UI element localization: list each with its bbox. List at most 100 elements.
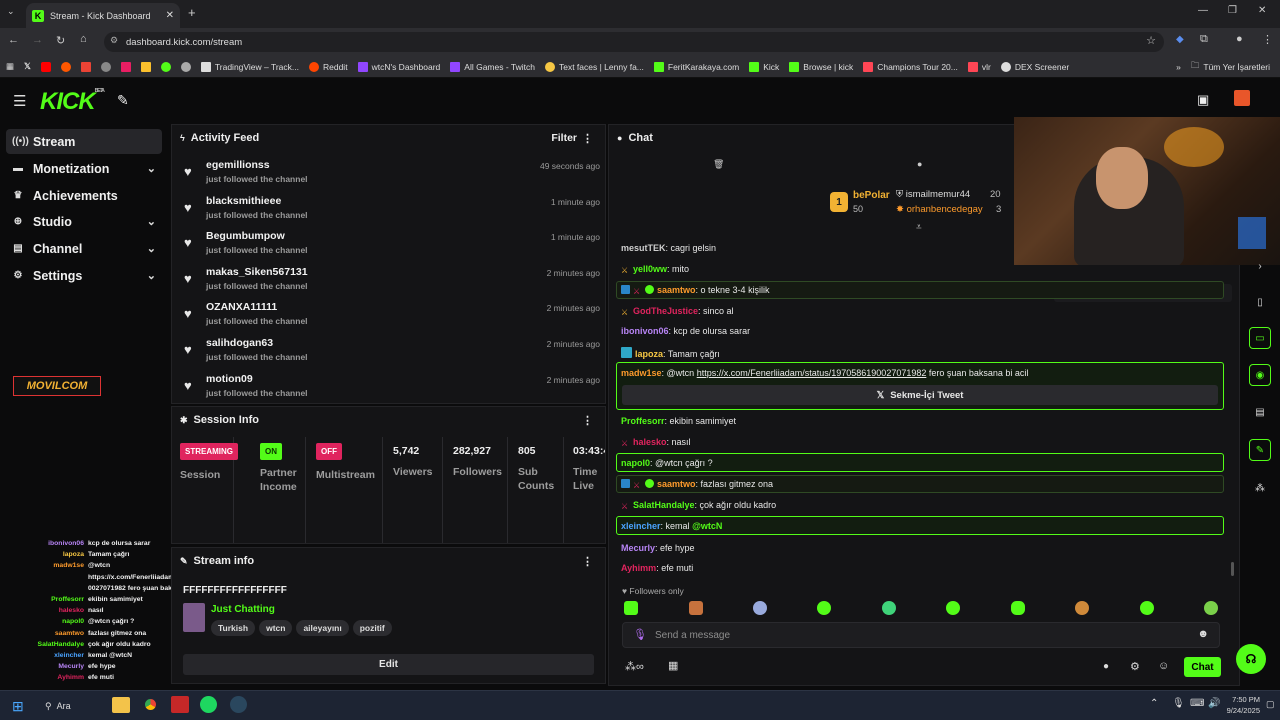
bookmark-champions-tour[interactable]: Champions Tour 20... xyxy=(863,61,958,72)
extension-icon[interactable]: ◆ xyxy=(1176,34,1184,45)
notifications-icon[interactable]: ▢ xyxy=(1266,699,1275,710)
follower-name[interactable]: motion09 xyxy=(206,373,253,385)
chat-scrollbar[interactable] xyxy=(1231,562,1234,576)
sidebar-item-monetization[interactable]: ▬ Monetization ⌄ xyxy=(6,156,162,181)
emote-icon[interactable] xyxy=(1204,601,1218,615)
bookmark-vlr[interactable]: vlr xyxy=(967,61,991,72)
file-explorer-icon[interactable] xyxy=(112,697,130,713)
community-icon[interactable]: ⁂ xyxy=(1249,477,1271,499)
bookmark-gmail-icon[interactable] xyxy=(80,61,91,72)
bookmark-star-icon[interactable]: ☆ xyxy=(1146,34,1156,47)
store-icon[interactable]: ▦ xyxy=(668,659,678,672)
tab-close-icon[interactable]: ✕ xyxy=(166,10,174,21)
follower-name[interactable]: egemillionss xyxy=(206,159,270,171)
chat-bubble-icon[interactable]: ● xyxy=(917,159,922,169)
edit-button[interactable]: Edit xyxy=(183,654,594,675)
tag-wtcn[interactable]: wtcn xyxy=(259,620,293,636)
clock[interactable]: 7:50 PM 9/24/2025 xyxy=(1226,694,1260,716)
emote-icon[interactable] xyxy=(1075,601,1089,615)
bookmark-icon[interactable] xyxy=(100,61,111,72)
address-bar[interactable]: dashboard.kick.com/stream ⚙ ☆ xyxy=(104,32,1164,52)
emote-icon[interactable] xyxy=(882,601,896,615)
spotify-icon[interactable] xyxy=(200,696,217,713)
bookmark-kick[interactable]: Kick xyxy=(749,61,779,72)
emote-icon[interactable] xyxy=(817,601,831,615)
emoji-icon[interactable]: ☻ xyxy=(1197,628,1209,640)
emote-icon[interactable] xyxy=(753,601,767,615)
bookmark-wtcn-dashboard[interactable]: wtcN's Dashboard xyxy=(357,61,440,72)
follower-name[interactable]: OZANXA11111 xyxy=(206,301,277,313)
emote-icon[interactable] xyxy=(1011,601,1025,615)
forward-icon[interactable]: → xyxy=(32,34,43,46)
reload-icon[interactable]: ↻ xyxy=(56,34,65,47)
preview-icon[interactable]: ▣ xyxy=(1197,92,1209,108)
bookmark-dex-screener[interactable]: DEX Screener xyxy=(1000,61,1069,72)
all-bookmarks[interactable]: 🗀 Tüm Yer İşaretleri xyxy=(1191,60,1270,74)
bookmark-all-games-twitch[interactable]: All Games - Twitch xyxy=(450,61,535,72)
bookmarks-overflow-icon[interactable]: » xyxy=(1176,62,1181,72)
chat-settings-bubble-icon[interactable]: ● xyxy=(1103,661,1109,672)
tab-search-icon[interactable]: ⌄ xyxy=(7,6,15,17)
kick-logo[interactable]: KICKBETA xyxy=(40,88,105,116)
tray-chevron-icon[interactable]: ⌃ xyxy=(1150,698,1158,709)
follower-name[interactable]: Begumbumpow xyxy=(206,230,285,242)
bookmark-tradingview[interactable]: TradingView – Track... xyxy=(200,61,299,72)
sidebar-item-settings[interactable]: ⚙ Settings ⌄ xyxy=(6,263,162,288)
gear-icon[interactable]: ⚙ xyxy=(1130,660,1140,673)
tweet-embed-button[interactable]: 𝕏 Sekme-İçi Tweet xyxy=(622,385,1218,405)
sidebar-item-stream[interactable]: ((•)) Stream xyxy=(6,129,162,154)
bookmark-icon[interactable] xyxy=(140,61,151,72)
chat-send-button[interactable]: Chat xyxy=(1184,657,1221,677)
sidebar-item-studio[interactable]: ⊕ Studio ⌄ xyxy=(6,209,162,234)
layout-icon[interactable]: ▤ xyxy=(1249,401,1271,423)
tools-icon[interactable]: ✎ xyxy=(117,92,129,109)
bookmark-reddit[interactable]: Reddit xyxy=(308,61,348,72)
more-options-icon[interactable]: ⋮ xyxy=(582,414,593,427)
app-icon[interactable] xyxy=(171,696,189,713)
users-icon[interactable]: ☺ xyxy=(1158,660,1169,672)
maximize-icon[interactable]: ❐ xyxy=(1228,5,1237,16)
expand-icon[interactable]: › xyxy=(1249,255,1271,277)
bookmark-x-icon[interactable]: 𝕏 xyxy=(24,61,31,72)
network-icon[interactable]: ⌨ xyxy=(1190,698,1204,709)
steam-icon[interactable] xyxy=(230,696,247,713)
site-info-icon[interactable]: ⚙ xyxy=(110,35,118,46)
broadcast-rail-icon[interactable]: ◉ xyxy=(1249,364,1271,386)
bookmark-icon[interactable] xyxy=(180,61,191,72)
browser-menu-icon[interactable]: ⋮ xyxy=(1262,33,1273,46)
filter-button[interactable]: Filter xyxy=(551,132,577,144)
chrome-icon[interactable] xyxy=(142,696,159,713)
emote-icon[interactable] xyxy=(1140,601,1154,615)
sidebar-item-channel[interactable]: ▤ Channel ⌄ xyxy=(6,236,162,261)
new-tab-icon[interactable]: + xyxy=(188,5,196,20)
chat-rail-icon[interactable]: ▭ xyxy=(1249,327,1271,349)
emote-icon[interactable] xyxy=(689,601,703,615)
bookmark-youtube-icon[interactable] xyxy=(40,61,51,72)
chat-input[interactable]: 🎙 Send a message ☻ xyxy=(622,622,1220,648)
bookmark-icon[interactable] xyxy=(160,61,171,72)
extensions-puzzle-icon[interactable]: ⧉ xyxy=(1200,33,1208,46)
minimize-icon[interactable]: — xyxy=(1198,5,1208,16)
bookmark-feritkarakaya[interactable]: FeritKarakaya.com xyxy=(653,61,739,72)
bookmark-icon[interactable] xyxy=(120,61,131,72)
start-windows-icon[interactable]: ⊞ xyxy=(12,698,24,715)
window-close-icon[interactable]: ✕ xyxy=(1258,5,1266,16)
more-options-icon[interactable]: ⋮ xyxy=(582,132,593,145)
document-icon[interactable]: ▯ xyxy=(1249,291,1271,313)
apps-icon[interactable]: ▦ xyxy=(6,61,14,72)
wrench-icon[interactable]: ✎ xyxy=(1249,439,1271,461)
more-options-icon[interactable]: ⋮ xyxy=(582,555,593,568)
profile-avatar-icon[interactable]: ● xyxy=(1236,33,1243,45)
points-icon[interactable]: ⁂∞ xyxy=(625,660,644,673)
tag-aileyayini[interactable]: aileyayını xyxy=(296,620,349,636)
emote-icon[interactable] xyxy=(946,601,960,615)
bookmark-browse-kick[interactable]: Browse | kick xyxy=(789,61,853,72)
tag-pozitif[interactable]: pozitif xyxy=(352,620,392,636)
user-avatar[interactable] xyxy=(1234,90,1250,106)
bookmark-icon[interactable] xyxy=(60,61,71,72)
microphone-tray-icon[interactable]: 🎙 xyxy=(1172,698,1185,709)
follower-name[interactable]: salihdogan63 xyxy=(206,337,273,349)
tweet-link[interactable]: https://x.com/Fenerliiadam/status/197058… xyxy=(697,368,927,378)
collapse-icon[interactable]: ⩡ xyxy=(916,222,922,233)
support-chat-icon[interactable]: ☊ xyxy=(1236,644,1266,674)
